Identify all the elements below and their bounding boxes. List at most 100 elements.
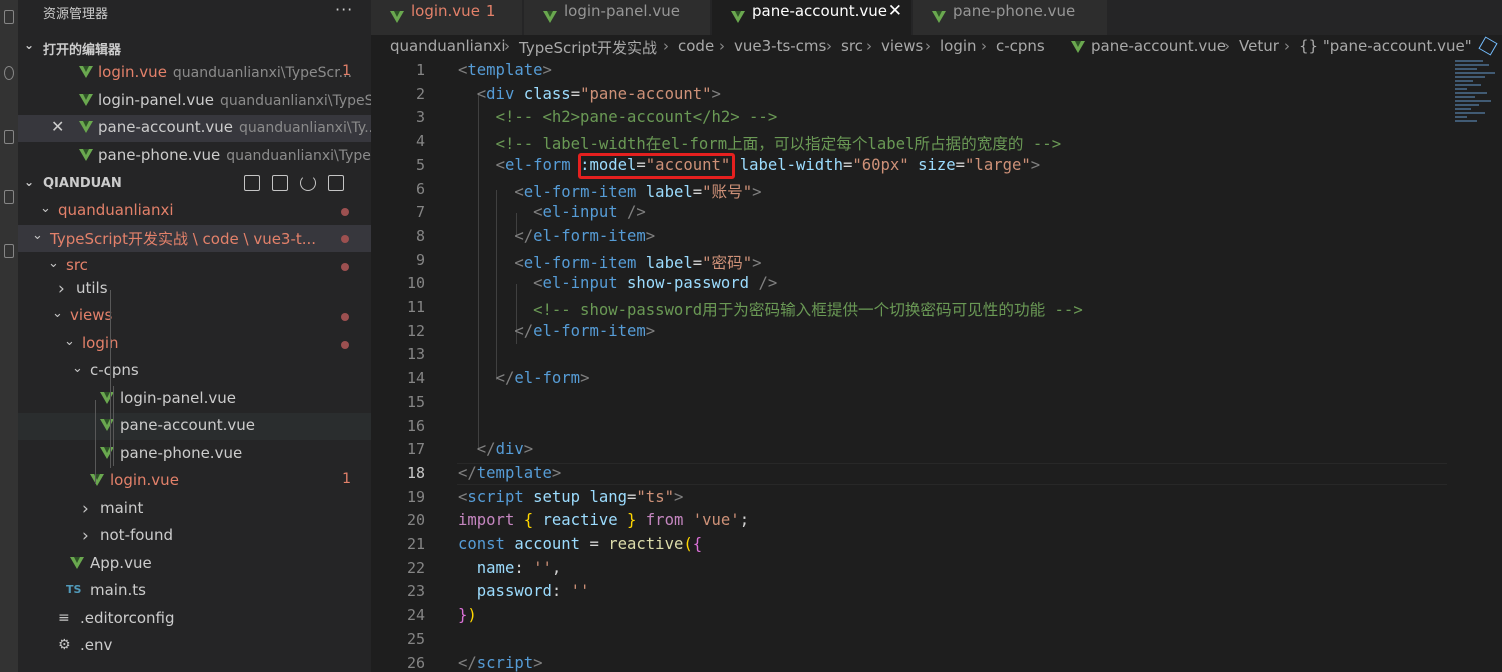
tree-item[interactable]: › maint	[18, 496, 371, 523]
breadcrumb-item[interactable]: vue3-ts-cms	[734, 37, 826, 55]
code-token: ''	[533, 558, 552, 577]
tab-login-panel[interactable]: login-panel.vue	[524, 0, 711, 35]
minimap[interactable]	[1455, 60, 1495, 160]
code-line[interactable]: </template>	[458, 464, 561, 482]
line-number: 9	[415, 250, 425, 269]
tab-label: login.vue 1	[411, 2, 495, 20]
line-number: 4	[415, 132, 425, 151]
breadcrumb-item[interactable]: TypeScript开发实战	[519, 37, 657, 58]
code-line[interactable]: <template>	[458, 61, 552, 79]
breadcrumb-item[interactable]: {} "pane-account.vue"	[1299, 37, 1472, 55]
search-icon[interactable]	[4, 66, 14, 80]
code-line[interactable]: </el-form-item>	[458, 322, 655, 340]
code-token: el-form-item	[533, 321, 646, 340]
open-editor-item[interactable]: login-panel.vue quanduanlianxi\TypeS...	[18, 88, 371, 115]
code-token: from	[645, 511, 684, 530]
code-line[interactable]: password: ''	[458, 582, 590, 600]
modified-dot	[341, 313, 349, 321]
breadcrumb-item[interactable]: views	[881, 37, 923, 55]
close-icon[interactable]: ✕	[888, 1, 902, 21]
code-line[interactable]: <el-input />	[458, 203, 646, 221]
code-line[interactable]: <el-form-item label="账号">	[458, 180, 761, 202]
code-line[interactable]: <div class="pane-account">	[458, 85, 721, 103]
code-token: ;	[739, 511, 750, 530]
tree-item[interactable]: ⌄ TypeScript开发实战 \ code \ vue3-t...	[18, 225, 371, 252]
breadcrumb-item[interactable]: pane-account.vue	[1091, 37, 1226, 55]
code-token: >	[645, 226, 656, 245]
tree-item[interactable]: ⌄ views	[18, 303, 371, 330]
code-token: >	[752, 253, 762, 272]
tree-item-label: pane-account.vue	[120, 416, 255, 434]
explorer-icon[interactable]	[4, 10, 14, 24]
breadcrumb-item[interactable]: login	[940, 37, 977, 55]
current-line-highlight	[457, 463, 1447, 485]
code-line[interactable]: </el-form-item>	[458, 227, 655, 245]
code-token: template	[476, 463, 552, 482]
tree-item[interactable]: ⌄ login	[18, 331, 371, 358]
cube-icon[interactable]	[1478, 36, 1498, 56]
chevron-right-icon: ›	[719, 37, 725, 55]
code-line[interactable]: <!-- <h2>pane-account</h2> -->	[458, 108, 778, 126]
new-file-icon[interactable]	[244, 175, 260, 191]
breadcrumb-item[interactable]: Vetur	[1239, 37, 1279, 55]
breadcrumb-item[interactable]: quanduanlianxi	[390, 37, 506, 55]
tab-pane-phone[interactable]: pane-phone.vue	[913, 0, 1108, 35]
vue-file-icon	[390, 11, 404, 23]
tree-item[interactable]: › not-found	[18, 523, 371, 550]
code-line[interactable]: const account = reactive({	[458, 535, 702, 553]
more-actions-icon[interactable]: ···	[335, 0, 353, 19]
tree-item[interactable]: ⚙ .env	[18, 633, 371, 660]
code-editor[interactable]: 1 <template> 2 <div class="pane-account"> 3…	[371, 60, 1502, 672]
tab-pane-account[interactable]: pane-account.vue ✕	[712, 0, 912, 35]
tree-item[interactable]: ⌄ c-cpns	[18, 358, 371, 385]
code-line[interactable]: </div>	[458, 440, 533, 458]
tree-item[interactable]: TS main.ts	[18, 578, 371, 605]
source-control-icon[interactable]	[4, 130, 14, 144]
tree-item[interactable]: login-panel.vue	[18, 386, 371, 413]
line-number: 10	[406, 274, 425, 293]
breadcrumb-item[interactable]: c-cpns	[996, 37, 1045, 55]
code-token: el-form-item	[523, 253, 637, 272]
extensions-icon[interactable]	[4, 244, 14, 258]
code-line[interactable]: <el-form-item label="密码">	[458, 251, 762, 273]
collapse-all-icon[interactable]	[328, 175, 344, 191]
new-folder-icon[interactable]	[272, 175, 288, 191]
open-editors-header[interactable]: ⌄ 打开的编辑器	[18, 36, 371, 60]
breadcrumb-item[interactable]: code	[678, 37, 714, 55]
code-line[interactable]: import { reactive } from 'vue';	[458, 511, 749, 529]
chevron-down-icon: ⌄	[32, 228, 43, 243]
code-line[interactable]: <el-input show-password />	[458, 274, 777, 292]
tab-login[interactable]: login.vue 1	[371, 0, 523, 35]
code-token: reactive	[542, 511, 618, 530]
code-line[interactable]: <!-- label-width在el-form上面，可以指定每个label所占…	[458, 132, 1062, 154]
tree-item[interactable]: ≡ .editorconfig	[18, 606, 371, 633]
tree-item[interactable]: › utils	[18, 276, 371, 303]
code-line[interactable]: <script setup lang="ts">	[458, 488, 683, 506]
tree-item[interactable]: login.vue 1	[18, 468, 371, 495]
close-icon[interactable]: ✕	[51, 117, 64, 136]
code-token: el-form	[514, 369, 581, 388]
tree-item[interactable]: App.vue	[18, 551, 371, 578]
workspace-header[interactable]: ⌄ QIANDUAN	[18, 173, 371, 197]
activity-bar[interactable]	[0, 0, 18, 672]
code-line[interactable]: })	[458, 606, 477, 624]
run-icon[interactable]	[4, 190, 14, 204]
code-line[interactable]: name: '',	[458, 558, 562, 577]
code-token: name	[476, 558, 515, 577]
open-editor-item[interactable]: ✕ pane-account.vue quanduanlianxi\Ty...	[18, 115, 371, 142]
breadcrumb-item[interactable]: src	[841, 37, 863, 55]
refresh-icon[interactable]	[300, 175, 316, 191]
tree-item[interactable]: pane-account.vue	[18, 413, 371, 440]
open-editor-item[interactable]: pane-phone.vue quanduanlianxi\Type...	[18, 143, 371, 170]
code-line[interactable]: <el-form :model="account" label-width="6…	[458, 156, 1041, 174]
tree-indent-guide	[113, 386, 114, 466]
tree-item[interactable]: ⌄ quanduanlianxi	[18, 198, 371, 225]
code-line[interactable]: </el-form>	[458, 369, 590, 388]
tree-item[interactable]: pane-phone.vue	[18, 441, 371, 468]
line-number: 1	[415, 61, 425, 79]
open-editor-item[interactable]: login.vue quanduanlianxi\TypeScr... 1	[18, 60, 371, 87]
code-line[interactable]: </script>	[458, 654, 543, 672]
code-line[interactable]: <!-- show-password用于为密码输入框提供一个切换密码可见性的功能…	[458, 298, 1083, 320]
